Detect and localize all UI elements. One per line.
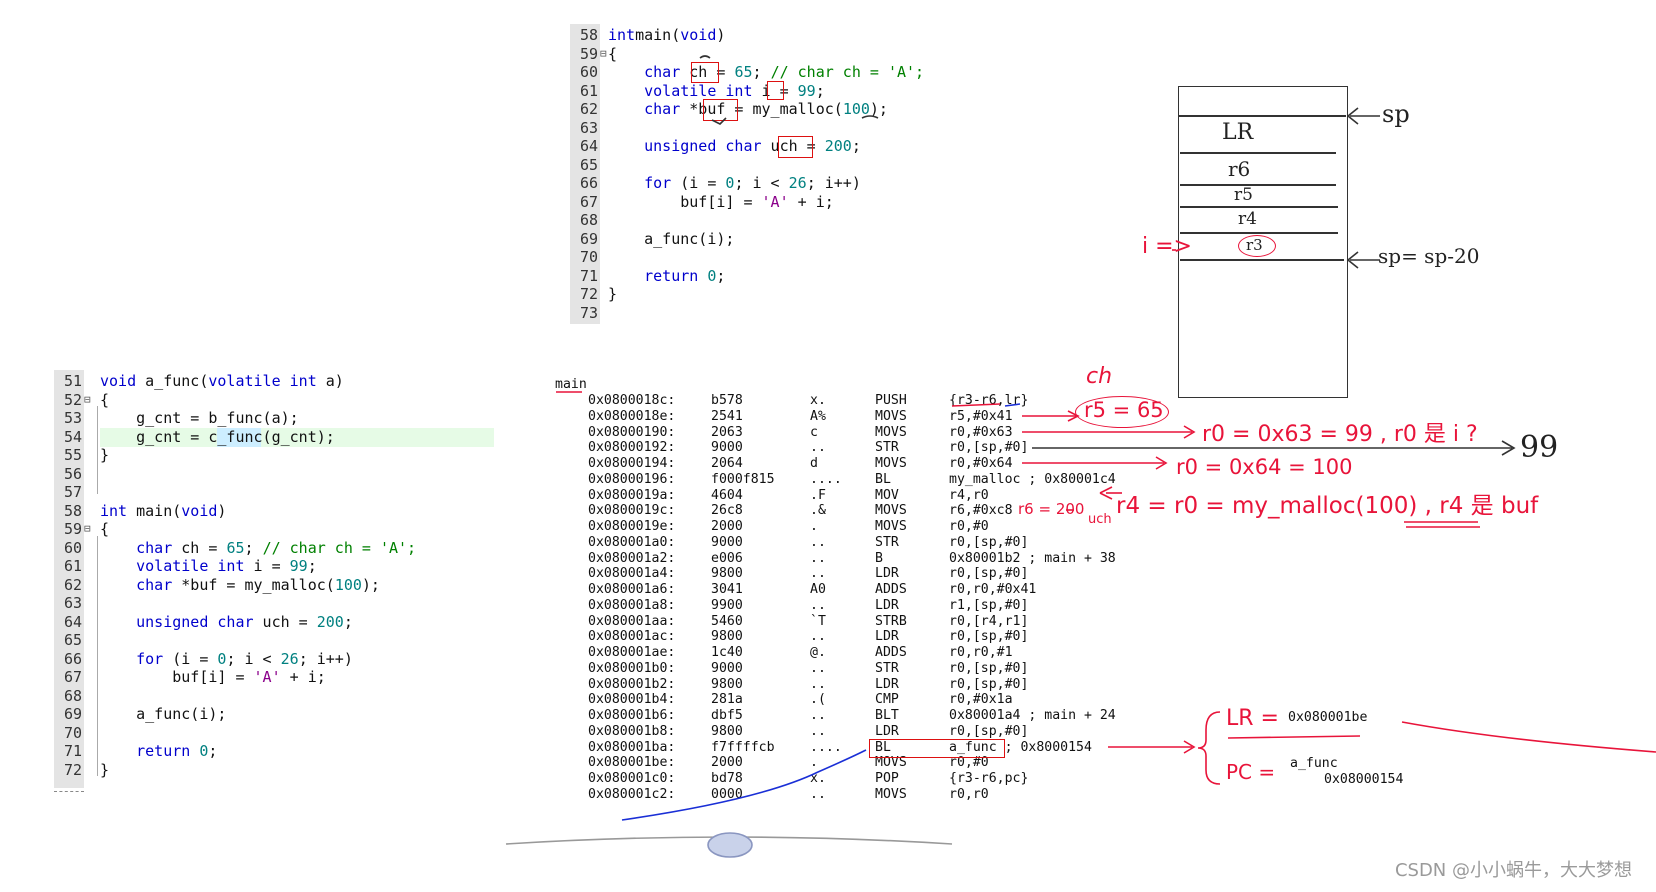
watermark: CSDN @小小蜗牛，大大梦想 (1394, 860, 1632, 881)
annotation-strokes (505, 55, 1656, 858)
